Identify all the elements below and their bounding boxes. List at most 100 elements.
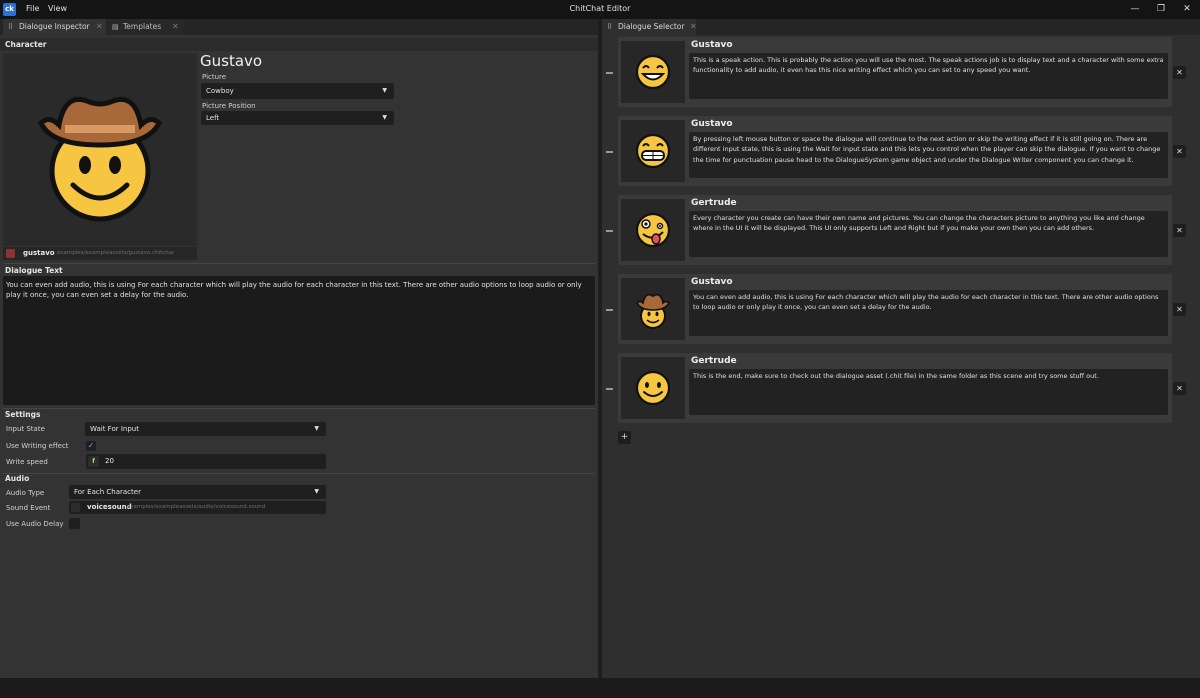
doc-icon: ▤: [112, 23, 119, 31]
dialogue-entry[interactable]: Gustavo You can even add audio, this is …: [618, 274, 1172, 344]
right-tab-bar: ⠿ Dialogue Selector ✕: [602, 19, 1200, 35]
menu-file[interactable]: File: [26, 4, 39, 13]
picture-position-dropdown[interactable]: Left ▼: [201, 111, 394, 125]
window-title: ChitChat Editor: [569, 4, 631, 13]
remove-entry-button[interactable]: ✕: [1173, 382, 1186, 395]
entry-portrait: [621, 41, 685, 103]
audio-delay-checkbox[interactable]: [69, 518, 80, 529]
grid-icon: ⠿: [8, 23, 14, 31]
close-icon[interactable]: ✕: [172, 19, 179, 35]
drag-handle-icon[interactable]: [606, 72, 613, 74]
write-speed-value: 20: [105, 457, 114, 465]
write-speed-label: Write speed: [6, 458, 48, 466]
minimize-icon[interactable]: —: [1128, 3, 1142, 15]
character-asset-icon: [6, 249, 15, 258]
sound-event-label: Sound Event: [6, 504, 51, 512]
section-audio: Audio: [5, 474, 30, 483]
status-bar: [0, 678, 1200, 698]
picture-position-label: Picture Position: [202, 102, 256, 110]
dialogue-entry[interactable]: Gustavo By pressing left mouse button or…: [618, 116, 1172, 186]
chevron-down-icon: ▼: [382, 87, 387, 94]
picture-dropdown[interactable]: Cowboy ▼: [201, 83, 394, 99]
entry-text[interactable]: This is a speak action. This is probably…: [689, 53, 1168, 99]
dialogue-entry[interactable]: Gertrude This is the end, make sure to c…: [618, 353, 1172, 423]
dialogue-entry[interactable]: Gertrude Every character you create can …: [618, 195, 1172, 265]
title-bar: ck File View ChitChat Editor — ❐ ✕: [0, 0, 1200, 19]
left-tab-bar: ⠿ Dialogue Inspector ✕ ▤ Templates ✕: [0, 19, 598, 35]
float-badge-icon: f: [88, 456, 99, 467]
audio-type-dropdown[interactable]: For Each Character ▼: [69, 485, 326, 499]
close-icon[interactable]: ✕: [96, 19, 103, 35]
chevron-down-icon: ▼: [382, 114, 387, 121]
entry-portrait: [621, 120, 685, 182]
tab-label: Dialogue Selector: [618, 22, 685, 31]
smile-emoji-icon: [635, 370, 671, 406]
app-logo-icon: ck: [3, 3, 16, 16]
entry-portrait: [621, 199, 685, 261]
maximize-icon[interactable]: ❐: [1154, 3, 1168, 15]
sound-asset-name: voicesound: [87, 503, 132, 511]
remove-entry-button[interactable]: ✕: [1173, 145, 1186, 158]
input-state-dropdown[interactable]: Wait For Input ▼: [85, 422, 326, 436]
entry-character-name: Gertrude: [691, 356, 737, 366]
close-window-icon[interactable]: ✕: [1180, 3, 1194, 15]
grin-emoji-icon: [635, 133, 671, 169]
grinning-emoji-icon: [635, 54, 671, 90]
writing-effect-checkbox[interactable]: ✓: [86, 441, 96, 451]
picture-label: Picture: [202, 73, 227, 81]
audio-type-value: For Each Character: [74, 488, 141, 496]
remove-entry-button[interactable]: ✕: [1173, 66, 1186, 79]
entry-character-name: Gertrude: [691, 198, 737, 208]
sound-asset-icon: [71, 503, 80, 512]
entry-character-name: Gustavo: [691, 277, 733, 287]
remove-entry-button[interactable]: ✕: [1173, 303, 1186, 316]
picture-value: Cowboy: [206, 87, 234, 95]
character-portrait[interactable]: [3, 53, 197, 246]
picture-position-value: Left: [206, 114, 220, 122]
entry-portrait: [621, 357, 685, 419]
menu-view[interactable]: View: [48, 4, 67, 13]
writing-effect-label: Use Writing effect: [6, 442, 69, 450]
audio-type-label: Audio Type: [6, 489, 45, 497]
drag-handle-icon[interactable]: [606, 309, 613, 311]
character-asset-name: gustavo: [23, 249, 55, 257]
sound-asset-path: examples/exampleassets/audio/voicesound.…: [127, 504, 266, 510]
tab-templates[interactable]: ▤ Templates ✕: [107, 19, 183, 35]
cowboy-emoji-icon: [636, 293, 670, 329]
input-state-label: Input State: [6, 425, 45, 433]
character-name: Gustavo: [200, 52, 263, 70]
close-icon[interactable]: ✕: [690, 19, 697, 35]
add-entry-button[interactable]: +: [618, 431, 631, 444]
character-asset-path: examples/exampleassets/gustavo.chitchar: [57, 250, 175, 256]
remove-entry-button[interactable]: ✕: [1173, 224, 1186, 237]
tab-dialogue-inspector[interactable]: ⠿ Dialogue Inspector ✕: [3, 19, 106, 35]
audio-delay-label: Use Audio Delay: [6, 520, 64, 528]
input-state-value: Wait For Input: [90, 425, 139, 433]
character-asset-field[interactable]: gustavo examples/exampleassets/gustavo.c…: [3, 247, 197, 260]
section-character: Character: [0, 38, 598, 51]
section-settings: Settings: [5, 410, 41, 419]
sound-event-field[interactable]: voicesound examples/exampleassets/audio/…: [69, 501, 326, 514]
entry-character-name: Gustavo: [691, 119, 733, 129]
tab-dialogue-selector[interactable]: ⠿ Dialogue Selector ✕: [602, 19, 697, 35]
dialogue-text-area[interactable]: You can even add audio, this is using Fo…: [3, 276, 595, 405]
write-speed-field[interactable]: f 20: [86, 454, 326, 469]
tab-label: Templates: [123, 22, 162, 31]
cowboy-emoji-icon: [38, 97, 162, 222]
entry-text[interactable]: This is the end, make sure to check out …: [689, 369, 1168, 415]
chevron-down-icon: ▼: [314, 425, 319, 432]
tab-label: Dialogue Inspector: [19, 22, 90, 31]
check-icon: ✓: [87, 441, 95, 450]
chevron-down-icon: ▼: [314, 488, 319, 495]
entry-portrait: [621, 278, 685, 340]
drag-handle-icon[interactable]: [606, 230, 613, 232]
grid-icon: ⠿: [607, 23, 613, 31]
dialogue-entry[interactable]: Gustavo This is a speak action. This is …: [618, 37, 1172, 107]
entry-text[interactable]: By pressing left mouse button or space t…: [689, 132, 1168, 178]
zany-emoji-icon: [635, 212, 671, 248]
entry-text[interactable]: You can even add audio, this is using Fo…: [689, 290, 1168, 336]
entry-character-name: Gustavo: [691, 40, 733, 50]
entry-text[interactable]: Every character you create can have thei…: [689, 211, 1168, 257]
drag-handle-icon[interactable]: [606, 151, 613, 153]
drag-handle-icon[interactable]: [606, 388, 613, 390]
